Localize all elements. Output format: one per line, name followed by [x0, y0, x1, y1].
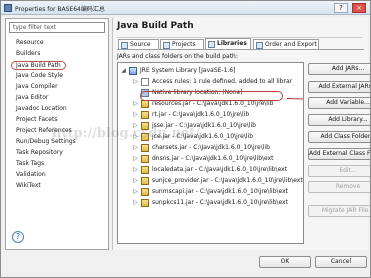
sidebar-item-resource[interactable]: Resource: [16, 39, 44, 46]
add-variable-button[interactable]: Add Variable...: [308, 97, 370, 109]
tree-row[interactable]: ▷ localedata.jar - C:\Java\jdk1.6.0_10\jr…: [132, 165, 298, 175]
tree-row-label: JRE System Library [JavaSE-1.6]: [140, 67, 236, 74]
sidebar-item-java-compiler[interactable]: Java Compiler: [16, 83, 58, 90]
jar-icon: [141, 166, 149, 174]
collapsed-arrow-icon[interactable]: ▷: [132, 166, 139, 173]
expanded-arrow-icon[interactable]: ◢: [120, 67, 127, 74]
collapsed-arrow-icon[interactable]: ▷: [132, 155, 139, 162]
sidebar-item-task-tags[interactable]: Task Tags: [16, 160, 44, 167]
tree-row-label: localedata.jar - C:\Java\jdk1.6.0_10\jre…: [152, 166, 288, 173]
libraries-tab-icon: [208, 41, 215, 48]
collapsed-arrow-icon[interactable]: ▷: [132, 111, 139, 118]
tab-projects-label: Projects: [172, 41, 196, 48]
collapsed-arrow-icon[interactable]: ▷: [132, 188, 139, 195]
collapsed-arrow-icon[interactable]: ▷: [132, 199, 139, 206]
tree-row-label: rt.jar - C:\Java\jdk1.6.0_10\jre\lib: [152, 111, 250, 118]
tree-row[interactable]: ▷ rt.jar - C:\Java\jdk1.6.0_10\jre\lib: [132, 110, 298, 120]
sidebar-item-javadoc-location[interactable]: Javadoc Location: [16, 105, 67, 112]
watermark: http://blog.csdn.net/: [52, 126, 200, 141]
sidebar-item-java-code-style[interactable]: Java Code Style: [16, 72, 63, 79]
jar-icon: [141, 177, 149, 185]
title-bar: Properties for BASE64编码汇总 ? ×: [1, 1, 370, 15]
sidebar-item-validation[interactable]: Validation: [16, 171, 46, 178]
help-icon[interactable]: ?: [12, 231, 24, 243]
properties-app-icon: [4, 4, 12, 12]
tree-row-label: sunpkcs11.jar - C:\Java\jdk1.6.0_10\jre\…: [152, 199, 288, 206]
properties-dialog: Properties for BASE64编码汇总 ? × type filte…: [0, 0, 371, 278]
tabs-divider: [117, 49, 364, 50]
migrate-jar-file-button: Migrate JAR File...: [308, 205, 370, 217]
projects-tab-icon: [163, 42, 170, 49]
tab-order-label: Order and Export: [265, 41, 317, 48]
tree-row[interactable]: ▷ sunpkcs11.jar - C:\Java\jdk1.6.0_10\jre…: [132, 198, 298, 208]
sidebar-item-java-build-path[interactable]: Java Build Path: [11, 61, 66, 70]
sidebar-item-java-editor[interactable]: Java Editor: [16, 94, 48, 101]
tree-row-label: sunmscapi.jar - C:\Java\jdk1.6.0_10\jre\…: [152, 188, 289, 195]
jar-icon: [141, 199, 149, 207]
page-title: Java Build Path: [117, 21, 363, 38]
order-export-tab-icon: [256, 42, 263, 49]
sidebar-item-project-facets[interactable]: Project Facets: [16, 116, 57, 123]
tree-row[interactable]: ▷ sunmscapi.jar - C:\Java\jdk1.6.0_10\jre…: [132, 187, 298, 197]
add-library-button[interactable]: Add Library...: [308, 114, 370, 126]
rule-icon: [141, 78, 149, 86]
tree-row-label: Access rules: 1 rule defined, added to a…: [152, 78, 293, 85]
jar-icon: [141, 111, 149, 119]
source-tab-icon: [121, 42, 128, 49]
collapsed-arrow-icon[interactable]: ▷: [132, 78, 139, 85]
jre-library-row[interactable]: ◢ JRE System Library [JavaSE-1.6]: [120, 66, 298, 76]
build-path-caption: JARs and class folders on the build path…: [117, 53, 238, 60]
lib-icon: [129, 67, 137, 75]
window-title: Properties for BASE64编码汇总: [15, 6, 105, 13]
jar-icon: [141, 155, 149, 163]
collapsed-arrow-icon: [132, 89, 139, 96]
tab-libraries-label: Libraries: [217, 40, 247, 47]
edit-button: Edit...: [308, 165, 370, 177]
collapsed-arrow-icon[interactable]: ▷: [132, 177, 139, 184]
jar-icon: [141, 188, 149, 196]
tree-row-label: sunjce_provider.jar - C:\Java\jdk1.6.0_1…: [152, 177, 303, 184]
ok-button[interactable]: OK: [259, 256, 311, 268]
collapsed-arrow-icon[interactable]: ▷: [132, 100, 139, 107]
tree-row[interactable]: ▷ Access rules: 1 rule defined, added to …: [132, 77, 298, 87]
remove-button: Remove: [308, 181, 370, 193]
close-button[interactable]: ×: [352, 3, 366, 13]
sidebar-item-builders[interactable]: Builders: [16, 50, 40, 57]
jar-icon: [141, 100, 149, 108]
tree-row[interactable]: ▷ sunjce_provider.jar - C:\Java\jdk1.6.0_…: [132, 176, 303, 186]
sidebar-item-wikitext[interactable]: WikiText: [16, 182, 41, 189]
add-external-jars-button[interactable]: Add External JARs...: [308, 81, 370, 93]
cancel-button[interactable]: Cancel: [315, 256, 367, 268]
access-rules-highlight: [140, 91, 283, 101]
add-jars-button[interactable]: Add JARs...: [308, 63, 370, 75]
help-title-button[interactable]: ?: [334, 3, 348, 13]
filter-input[interactable]: type filter text: [9, 22, 105, 33]
tab-source-label: Source: [130, 41, 151, 48]
